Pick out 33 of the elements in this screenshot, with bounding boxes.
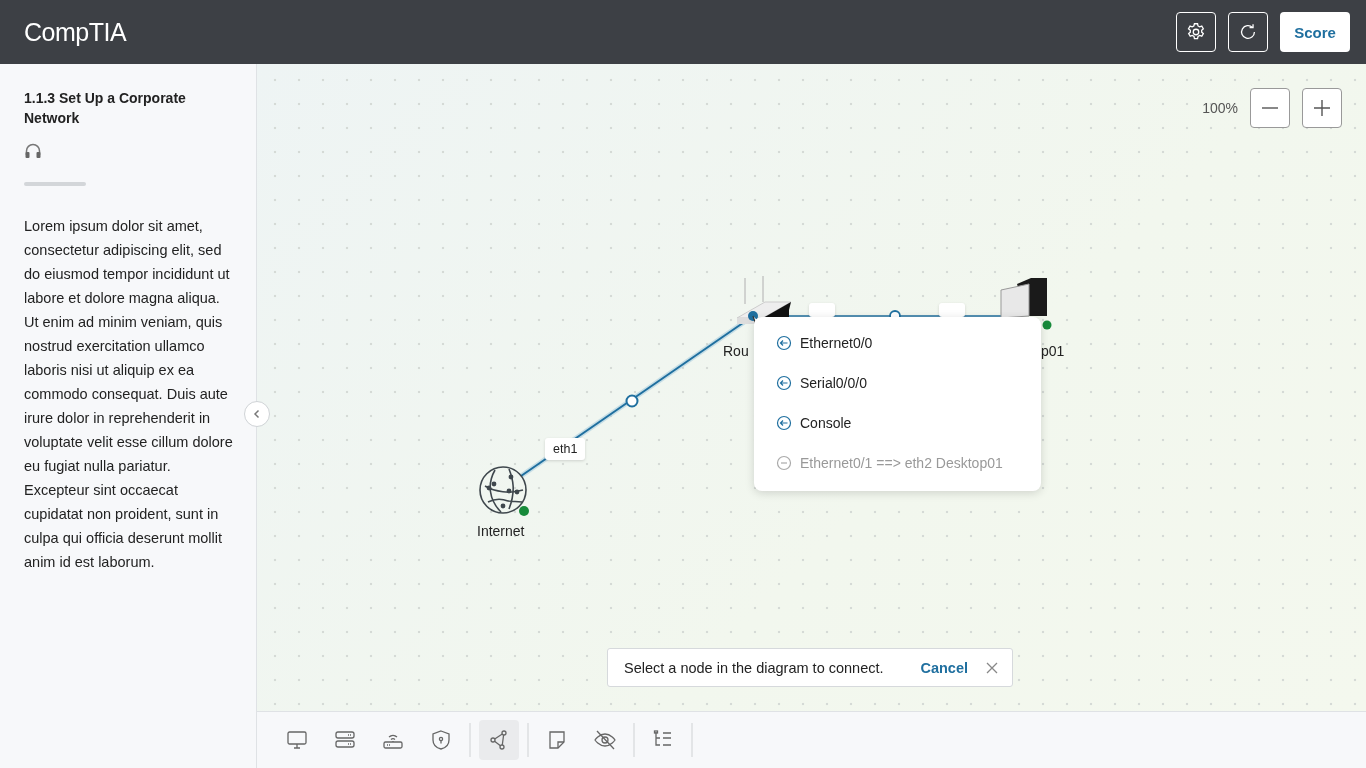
link-handle[interactable]	[625, 394, 639, 408]
arrow-left-circle-icon	[776, 335, 792, 351]
toast-message: Select a node in the diagram to connect.	[624, 659, 885, 676]
zoom-in-button[interactable]	[1302, 88, 1342, 128]
arrow-left-circle-icon	[776, 415, 792, 431]
port-label: eth1	[545, 438, 586, 460]
cancel-link[interactable]: Cancel	[920, 659, 968, 676]
arrow-left-circle-icon	[776, 375, 792, 391]
logo: CompTIA	[24, 17, 128, 47]
minus-circle-icon	[776, 455, 792, 471]
plus-icon	[1312, 98, 1332, 118]
headphones-icon[interactable]	[24, 142, 42, 160]
chevron-left-icon	[252, 409, 262, 419]
minus-icon	[1262, 107, 1278, 109]
node-label: Internet	[477, 523, 525, 539]
lesson-title: 1.1.3 Set Up a Corporate Network	[24, 89, 187, 128]
menu-item[interactable]: Serial0/0/0	[754, 363, 1041, 403]
settings-button[interactable]	[1176, 12, 1216, 52]
menu-item[interactable]: Ethernet0/0	[754, 323, 1041, 363]
close-icon[interactable]	[986, 661, 998, 674]
zoom-out-button[interactable]	[1250, 88, 1290, 128]
globe-icon[interactable]	[479, 466, 531, 518]
tool-button[interactable]	[479, 720, 519, 760]
node-label: Rou	[723, 343, 749, 359]
reload-button[interactable]	[1228, 12, 1268, 52]
eye-off-icon	[593, 728, 617, 752]
lesson-text: Lorem ipsum dolor sit amet, consectetur adipiscing elit, sed do eiusmod tempor incididunt ut labore et dolore magna aliqua. Ut enim ad minim veniam, quis nostrud exercitation ullamco laboris nisi ut aliquip ex ea commodo consequat. Duis aute irure dolor in reprehenderit in voluptate velit esse cillum dolore eu fugiat nulla pariatur. Excepteur sint occaecat cupidatat non proident, sunt in culpa qui officia deserunt mollit anim id est laborum.	[24, 217, 234, 572]
menu-item[interactable]: Console	[754, 403, 1041, 443]
node-label: p01	[1041, 343, 1065, 359]
zoom-level: 100%	[1202, 100, 1238, 116]
score-button[interactable]: Score	[1280, 12, 1350, 52]
monitor-icon	[285, 728, 309, 752]
shield-icon	[429, 728, 453, 752]
